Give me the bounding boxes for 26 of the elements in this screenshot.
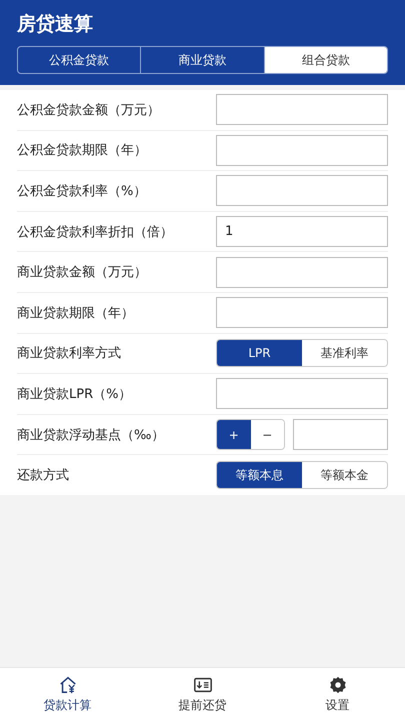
field-label: 公积金贷款金额（万元） [17,102,160,119]
field-label: 公积金贷款期限（年） [17,142,147,160]
input-field[interactable] [216,297,388,328]
house-icon [58,674,78,694]
plus-button[interactable]: + [217,420,250,450]
input-field[interactable]: 1 [216,216,388,248]
gear-icon [328,674,348,694]
input-field[interactable] [216,175,388,206]
field-label: 商业贷款LPR（%） [17,386,132,403]
field-label: 商业贷款浮动基点（‰） [17,426,164,444]
field-label: 还款方式 [17,467,69,484]
field-label: 公积金贷款利率（%） [17,182,146,200]
tab[interactable]: 公积金贷款 [18,47,140,73]
tab[interactable]: 组合贷款 [264,47,387,73]
input-field[interactable] [216,378,388,410]
field-label: 商业贷款利率方式 [17,345,121,362]
input-field[interactable] [293,419,388,450]
field-label: 公积金贷款利率折扣（倍） [17,224,173,241]
field-label: 商业贷款金额（万元） [17,264,147,282]
app-title: 房贷速算 [17,14,94,37]
input-field[interactable] [216,134,388,166]
segment-option[interactable]: 等额本息 [217,462,302,488]
input-field[interactable] [216,256,388,288]
segment-option[interactable]: LPR [217,340,302,366]
input-field[interactable] [216,94,388,126]
field-label: 商业贷款期限（年） [17,304,134,322]
